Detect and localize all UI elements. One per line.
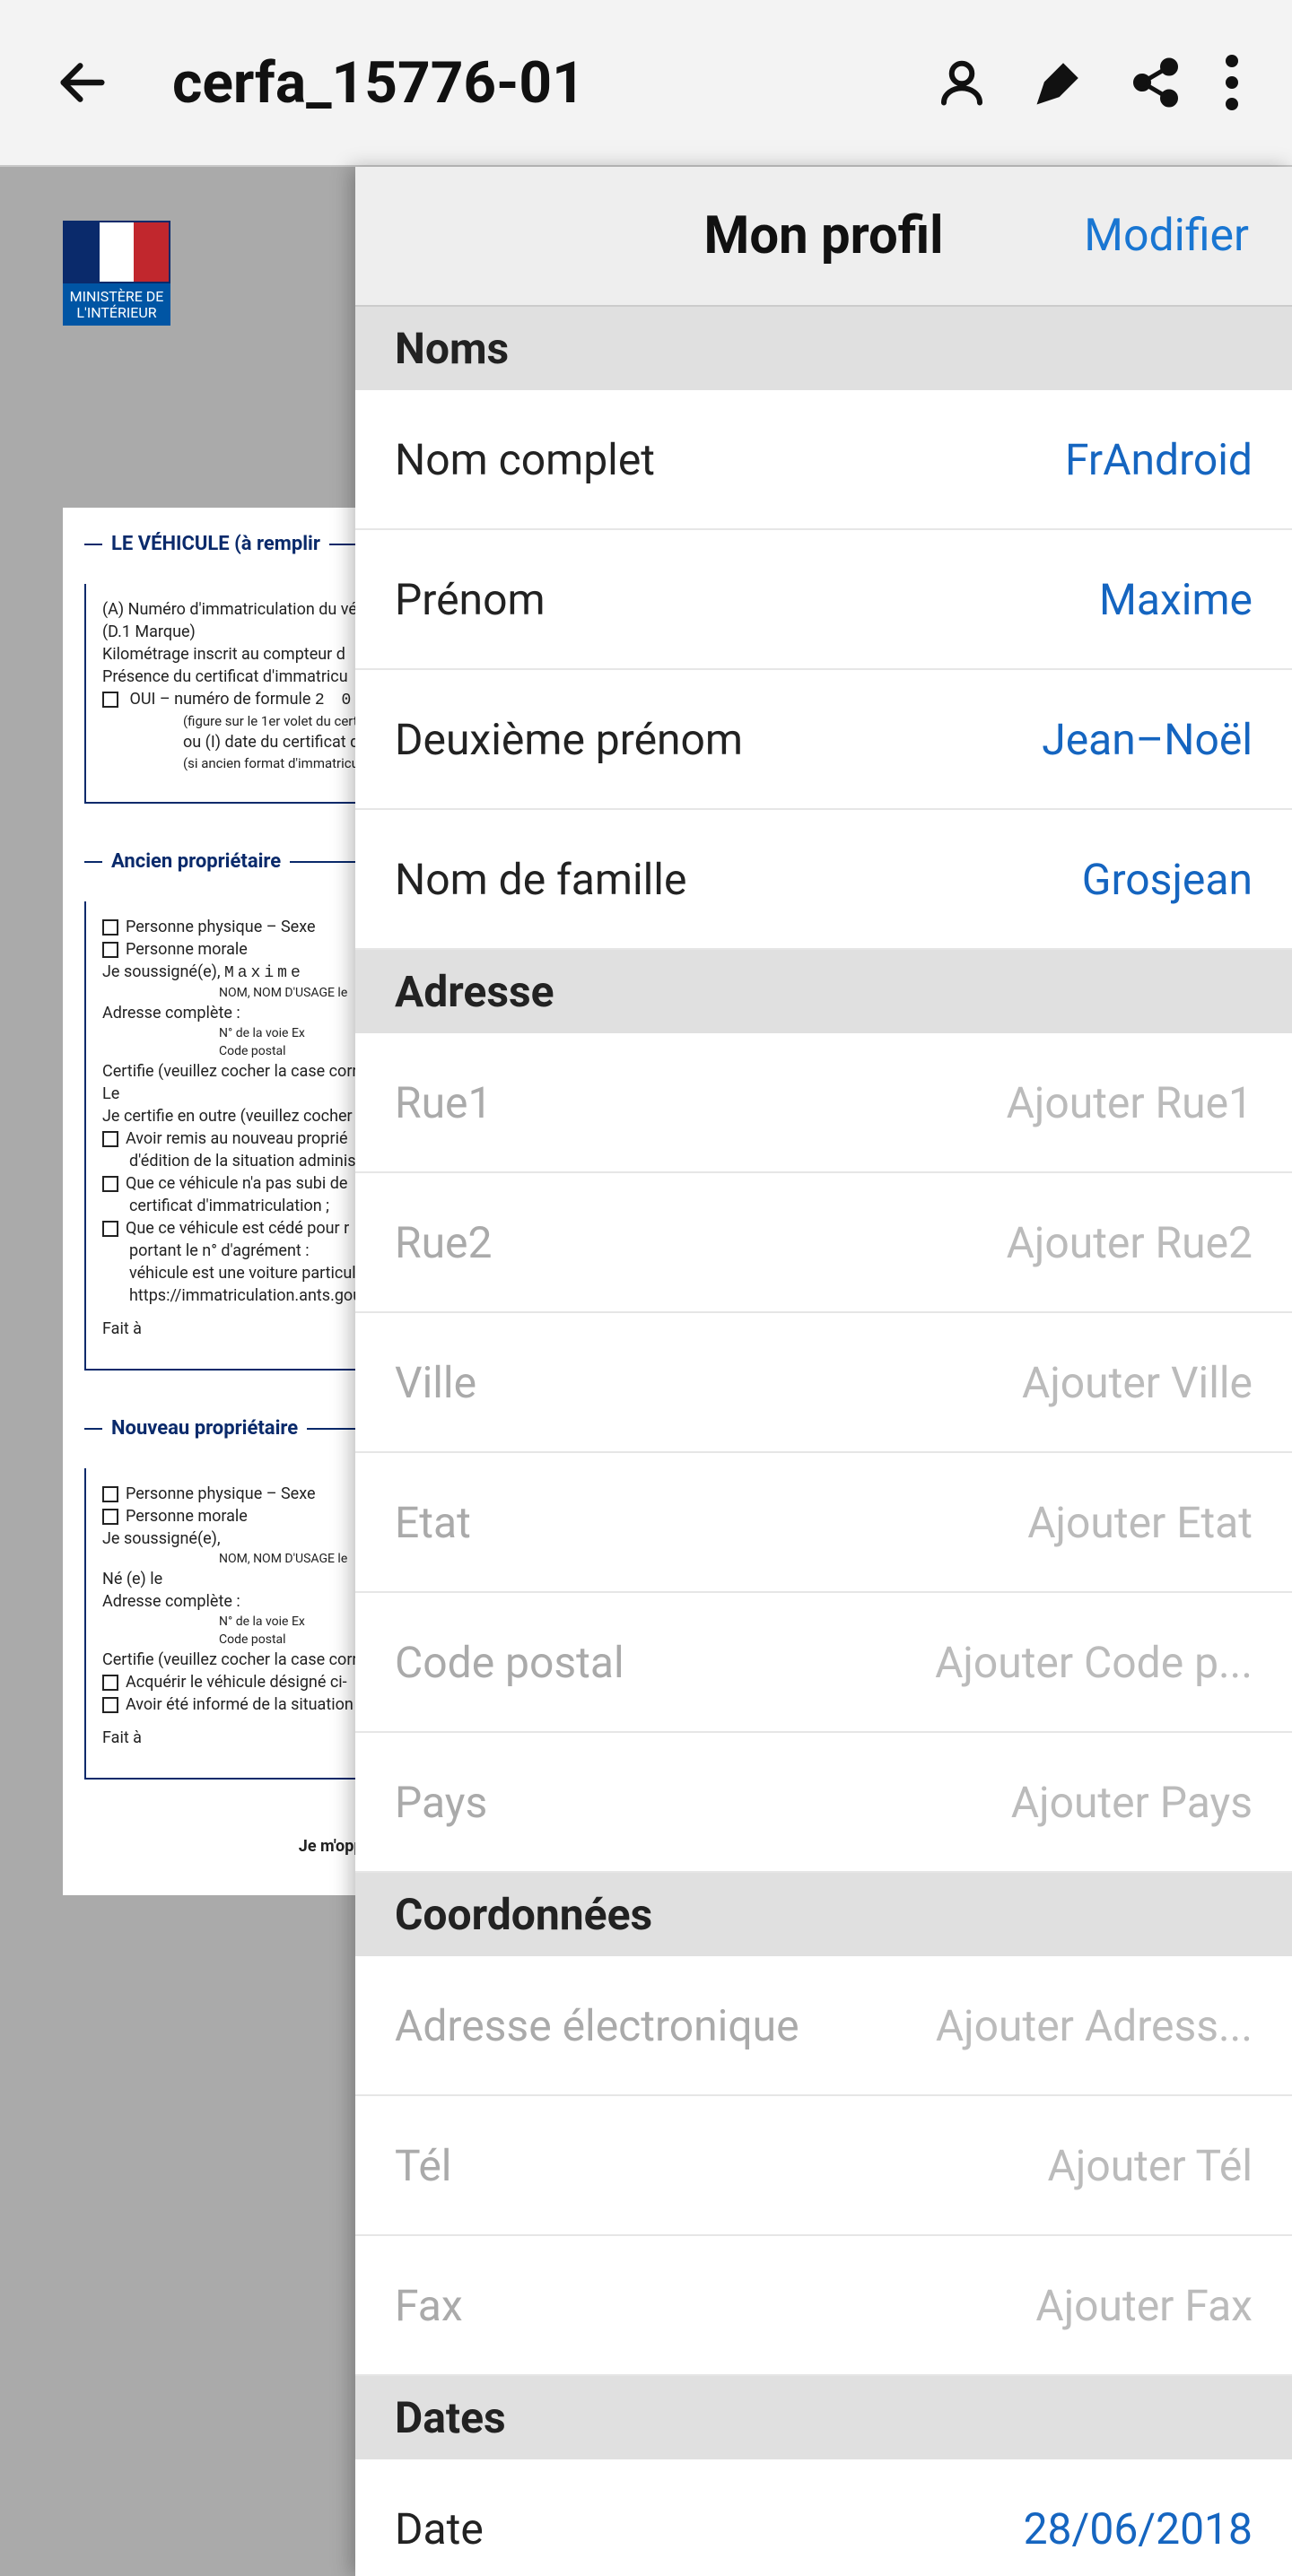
row-rue2[interactable]: Rue2 Ajouter Rue2 bbox=[355, 1173, 1292, 1313]
row-label: Fax bbox=[395, 2280, 463, 2331]
row-label: Adresse électronique bbox=[395, 2000, 799, 2051]
row-label: Ville bbox=[395, 1357, 476, 1408]
row-value: Ajouter Ville bbox=[1022, 1357, 1253, 1408]
row-label: Tél bbox=[395, 2140, 451, 2191]
row-value: Ajouter Rue2 bbox=[1007, 1217, 1253, 1268]
checkbox-icon[interactable] bbox=[102, 942, 118, 958]
profile-panel-body[interactable]: Noms Nom complet FrAndroid Prénom Maxime… bbox=[355, 307, 1292, 2576]
row-label: Etat bbox=[395, 1497, 471, 1548]
ancien-name: Maxime bbox=[224, 964, 304, 982]
row-nom-complet[interactable]: Nom complet FrAndroid bbox=[355, 390, 1292, 530]
checkbox-icon[interactable] bbox=[102, 1486, 118, 1502]
checkbox-icon[interactable] bbox=[102, 1131, 118, 1147]
profile-panel-title: Mon profil bbox=[704, 205, 944, 266]
row-email[interactable]: Adresse électronique Ajouter Adress... bbox=[355, 1956, 1292, 2096]
row-label: Prénom bbox=[395, 574, 546, 625]
section-head-noms: Noms bbox=[355, 307, 1292, 390]
row-etat[interactable]: Etat Ajouter Etat bbox=[355, 1453, 1292, 1593]
row-value: Ajouter Etat bbox=[1027, 1497, 1253, 1548]
ancien-soussigne-label: Je soussigné(e), bbox=[102, 962, 220, 981]
ancien-c3-label: Que ce véhicule est cédé pour r bbox=[126, 1219, 349, 1238]
row-nom-famille[interactable]: Nom de famille Grosjean bbox=[355, 810, 1292, 950]
row-rue1[interactable]: Rue1 Ajouter Rue1 bbox=[355, 1033, 1292, 1173]
document-title: cerfa_15776-01 bbox=[172, 49, 892, 117]
checkbox-icon[interactable] bbox=[102, 1697, 118, 1713]
profile-panel-header: Mon profil Modifier bbox=[355, 167, 1292, 307]
app-toolbar: cerfa_15776-01 bbox=[0, 0, 1292, 167]
row-label: Date bbox=[395, 2503, 484, 2554]
row-label: Pays bbox=[395, 1777, 487, 1828]
ministry-label: MINISTÈRE DE L'INTÉRIEUR bbox=[63, 283, 170, 326]
row-value: Ajouter Rue1 bbox=[1007, 1077, 1253, 1128]
row-value: Ajouter Code p... bbox=[935, 1637, 1253, 1688]
row-value: Ajouter Adress... bbox=[936, 2000, 1253, 2051]
row-label: Code postal bbox=[395, 1637, 624, 1688]
share-icon[interactable] bbox=[1129, 56, 1183, 109]
checkbox-icon[interactable] bbox=[102, 1509, 118, 1525]
profile-icon[interactable] bbox=[935, 56, 989, 109]
checkbox-icon[interactable] bbox=[102, 1221, 118, 1237]
nouveau-pp-label: Personne physique – Sexe bbox=[126, 1484, 316, 1503]
ancien-pm-label: Personne morale bbox=[126, 940, 248, 959]
row-value: Jean–Noël bbox=[1042, 714, 1253, 765]
content-area: MINISTÈRE DE L'INTÉRIEUR CE (à ren LE VÉ… bbox=[0, 167, 1292, 2576]
row-label: Nom complet bbox=[395, 434, 655, 485]
row-label: Deuxième prénom bbox=[395, 714, 743, 765]
row-code-postal[interactable]: Code postal Ajouter Code p... bbox=[355, 1593, 1292, 1733]
ancien-c2-label: Que ce véhicule n'a pas subi de bbox=[126, 1174, 347, 1193]
checkbox-icon[interactable] bbox=[102, 1176, 118, 1192]
overflow-menu-icon[interactable] bbox=[1226, 55, 1238, 110]
nouveau-section-text: Nouveau propriétaire bbox=[102, 1417, 307, 1440]
modify-button[interactable]: Modifier bbox=[1084, 210, 1249, 262]
vehicle-section-text: LE VÉHICULE (à remplir bbox=[102, 533, 329, 555]
row-value: Grosjean bbox=[1082, 854, 1253, 905]
row-label: Rue1 bbox=[395, 1077, 492, 1128]
back-icon[interactable] bbox=[54, 54, 111, 111]
row-fax[interactable]: Fax Ajouter Fax bbox=[355, 2236, 1292, 2376]
row-pays[interactable]: Pays Ajouter Pays bbox=[355, 1733, 1292, 1873]
flag-icon bbox=[63, 221, 170, 283]
profile-panel: Mon profil Modifier Noms Nom complet FrA… bbox=[355, 167, 1292, 2576]
vehicle-oui-value: 2 0 bbox=[315, 692, 354, 709]
row-label: Rue2 bbox=[395, 1217, 492, 1268]
row-prenom[interactable]: Prénom Maxime bbox=[355, 530, 1292, 670]
nouveau-c2-label: Avoir été informé de la situation bbox=[126, 1695, 354, 1714]
nouveau-c1-label: Acquérir le véhicule désigné ci- bbox=[126, 1673, 347, 1692]
row-value: 28/06/2018 bbox=[1024, 2503, 1253, 2554]
checkbox-icon[interactable] bbox=[102, 692, 118, 708]
row-value: Ajouter Fax bbox=[1035, 2280, 1253, 2331]
row-value: FrAndroid bbox=[1065, 434, 1253, 485]
row-ville[interactable]: Ville Ajouter Ville bbox=[355, 1313, 1292, 1453]
row-value: Ajouter Pays bbox=[1011, 1777, 1253, 1828]
ancien-c1-label: Avoir remis au nouveau proprié bbox=[126, 1129, 348, 1148]
checkbox-icon[interactable] bbox=[102, 919, 118, 936]
pen-icon[interactable] bbox=[1032, 56, 1086, 109]
ancien-pp-label: Personne physique – Sexe bbox=[126, 918, 316, 936]
ministry-logo: MINISTÈRE DE L'INTÉRIEUR bbox=[63, 221, 170, 364]
section-head-dates: Dates bbox=[355, 2376, 1292, 2459]
row-label: Nom de famille bbox=[395, 854, 686, 905]
nouveau-pm-label: Personne morale bbox=[126, 1507, 248, 1526]
ancien-section-text: Ancien propriétaire bbox=[102, 850, 290, 873]
row-tel[interactable]: Tél Ajouter Tél bbox=[355, 2096, 1292, 2236]
section-head-adresse: Adresse bbox=[355, 950, 1292, 1033]
vehicle-oui-label: OUI – numéro de formule bbox=[129, 690, 310, 709]
row-date[interactable]: Date 28/06/2018 bbox=[355, 2459, 1292, 2576]
row-deuxieme-prenom[interactable]: Deuxième prénom Jean–Noël bbox=[355, 670, 1292, 810]
checkbox-icon[interactable] bbox=[102, 1675, 118, 1691]
row-value: Ajouter Tél bbox=[1048, 2140, 1253, 2191]
section-head-coordonnees: Coordonnées bbox=[355, 1873, 1292, 1956]
row-value: Maxime bbox=[1099, 574, 1253, 625]
